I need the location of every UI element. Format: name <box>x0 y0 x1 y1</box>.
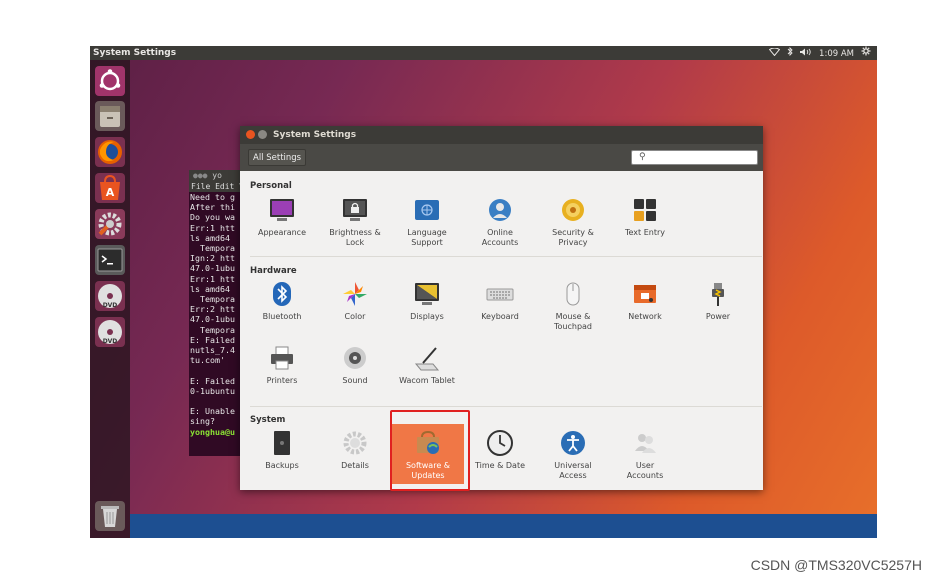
time-date-item[interactable]: Time & Date <box>464 429 536 471</box>
clock-icon <box>487 430 513 456</box>
terminal-title: yo <box>212 171 222 180</box>
displays-icon <box>415 283 439 305</box>
tablet-icon <box>414 347 440 371</box>
backups-item[interactable]: Backups <box>246 429 318 471</box>
network-icon <box>634 285 656 303</box>
users-icon <box>635 434 656 453</box>
printer-icon <box>271 346 293 370</box>
window-title: System Settings <box>273 130 357 140</box>
color-icon <box>343 282 367 306</box>
network-item[interactable]: Network <box>609 280 681 322</box>
language-support-item[interactable]: Language Support <box>391 196 463 248</box>
text-entry-item[interactable]: Text Entry <box>609 196 681 238</box>
user-accounts-item[interactable]: User Accounts <box>609 429 681 481</box>
sound-item[interactable]: Sound <box>319 344 391 386</box>
ubuntu-dash-icon[interactable] <box>94 65 126 97</box>
displays-item[interactable]: Displays <box>391 280 463 322</box>
files-icon[interactable] <box>94 100 126 132</box>
wifi-icon[interactable] <box>768 47 781 61</box>
section-personal: Personal <box>250 181 292 191</box>
gear-icon[interactable] <box>861 46 871 61</box>
launcher: A DVD DVD <box>90 60 130 538</box>
search-icon: ⚲ <box>639 152 646 162</box>
security-privacy-item[interactable]: Security & Privacy <box>537 196 609 248</box>
universal-access-item[interactable]: Universal Access <box>537 429 609 481</box>
backups-icon <box>274 431 290 455</box>
section-hardware: Hardware <box>250 266 297 276</box>
bluetooth-item[interactable]: Bluetooth <box>246 280 318 322</box>
selection-highlight-box <box>390 410 470 491</box>
mouse-icon <box>566 282 580 306</box>
online-accounts-icon <box>489 199 511 221</box>
software-center-icon[interactable]: A <box>94 172 126 204</box>
watermark: CSDN @TMS320VC5257H <box>750 557 922 573</box>
keyboard-item[interactable]: Keyboard <box>464 280 536 322</box>
divider <box>250 406 762 407</box>
keyboard-icon <box>486 288 514 301</box>
dvd-icon[interactable]: DVD <box>94 316 126 348</box>
lock-icon <box>343 199 367 221</box>
window-toolbar: All Settings ⚲ <box>240 144 763 171</box>
divider <box>250 256 762 257</box>
power-icon <box>712 283 724 306</box>
sound-icon <box>344 347 366 369</box>
search-input[interactable]: ⚲ <box>631 150 758 165</box>
printers-item[interactable]: Printers <box>246 344 318 386</box>
dvd-icon[interactable]: DVD <box>94 280 126 312</box>
all-settings-button[interactable]: All Settings <box>248 149 307 166</box>
bluetooth-icon[interactable] <box>787 46 793 61</box>
bluetooth-icon <box>273 282 291 306</box>
details-item[interactable]: Details <box>319 429 391 471</box>
wacom-tablet-item[interactable]: Wacom Tablet <box>391 344 463 386</box>
svg-text:DVD: DVD <box>103 302 118 309</box>
language-icon <box>415 200 439 220</box>
clock[interactable]: 1:09 AM <box>819 47 854 61</box>
terminal-launcher-icon[interactable] <box>94 244 126 276</box>
trash-icon[interactable] <box>94 500 126 532</box>
minimize-icon[interactable] <box>258 130 267 139</box>
appearance-item[interactable]: Appearance <box>246 196 318 238</box>
system-settings-window: System Settings All Settings ⚲ Personal … <box>240 126 763 490</box>
top-panel-title: System Settings <box>93 48 177 58</box>
color-item[interactable]: Color <box>319 280 391 322</box>
top-panel: System Settings 1:09 AM <box>90 46 877 60</box>
keyboard-keys-icon <box>634 199 656 221</box>
firefox-icon[interactable] <box>94 136 126 168</box>
online-accounts-item[interactable]: Online Accounts <box>464 196 536 248</box>
power-item[interactable]: Power <box>682 280 754 322</box>
volume-icon[interactable] <box>800 47 812 61</box>
security-icon <box>562 199 584 221</box>
close-icon[interactable] <box>246 130 255 139</box>
system-settings-launcher-icon[interactable] <box>94 208 126 240</box>
svg-text:DVD: DVD <box>103 338 118 345</box>
accessibility-icon <box>561 431 585 455</box>
mouse-touchpad-item[interactable]: Mouse & Touchpad <box>537 280 609 332</box>
bottom-panel <box>130 514 877 538</box>
window-titlebar: System Settings <box>240 126 763 144</box>
details-gear-icon <box>343 431 367 455</box>
appearance-icon <box>270 199 294 221</box>
svg-text:A: A <box>106 186 115 199</box>
brightness-lock-item[interactable]: Brightness & Lock <box>319 196 391 248</box>
section-system: System <box>250 415 286 425</box>
